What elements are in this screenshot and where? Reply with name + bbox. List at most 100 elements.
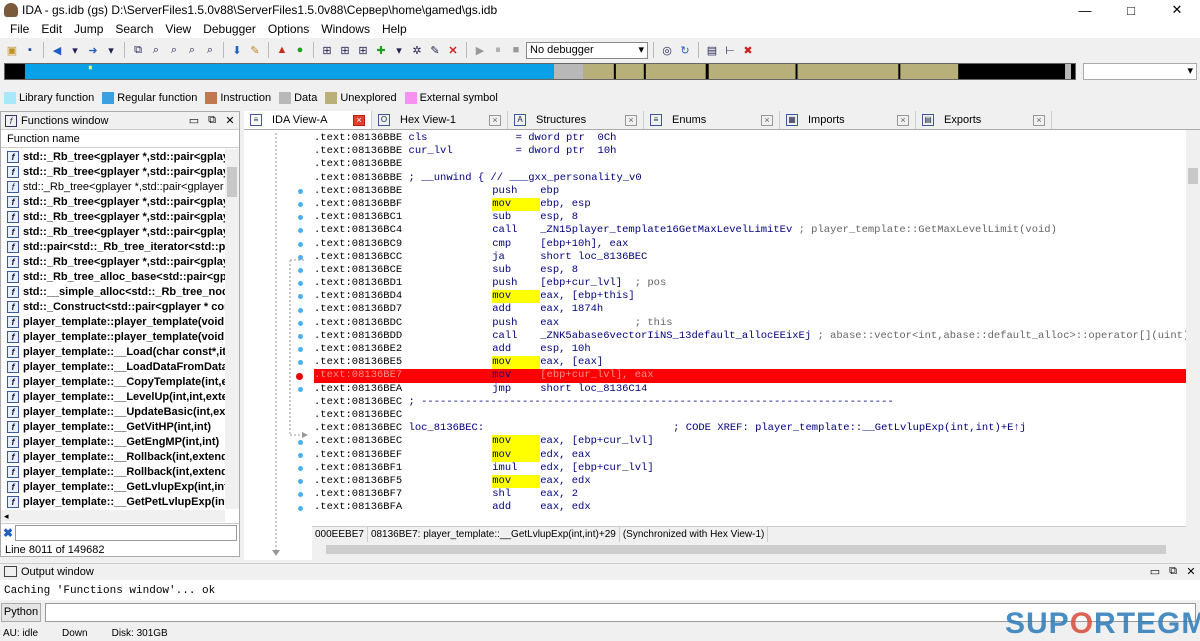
restore-window-icon[interactable]: ⧉ (203, 114, 221, 127)
mnemonic[interactable]: mov (492, 435, 541, 449)
disassembly-line[interactable]: .text:08136BD1 push [ebp+cur_lvl] ; pos (314, 277, 1186, 290)
disassembly-view[interactable]: .text:08136BBE cls = dword ptr 0Ch .text:… (244, 130, 1189, 560)
clear-filter-icon[interactable]: ✖ (1, 526, 15, 540)
disassembly-line[interactable]: .text:08136BBE (314, 158, 1186, 171)
instruction-dot-icon[interactable] (298, 320, 303, 326)
breakpoint-list-icon[interactable]: ◎ (659, 42, 675, 58)
function-list-item[interactable]: f std::_Rb_tree<gplayer *,std::pair<gplay (1, 224, 225, 239)
function-list-item[interactable]: f player_template::__Rollback(int,extend (1, 464, 225, 479)
operands[interactable]: short loc_8136BEC (540, 251, 647, 263)
functions-horizontal-scrollbar[interactable]: ◂ (1, 510, 225, 522)
function-list-item[interactable]: f std::_Rb_tree<gplayer *,std::pair<gplay… (1, 179, 225, 194)
function-list-item[interactable]: f std::_Rb_tree<gplayer *,std::pair<gplay (1, 164, 225, 179)
operands[interactable]: esp, 10h (540, 343, 590, 355)
disassembly-line[interactable]: .text:08136BEC (314, 409, 1186, 422)
forward-dropdown-icon[interactable]: ▾ (103, 42, 119, 58)
mnemonic[interactable]: mov (492, 448, 541, 462)
mnemonic[interactable]: add (492, 303, 540, 316)
disassembly-line[interactable]: .text:08136BFA add eax, edx (314, 501, 1186, 514)
function-list-item[interactable]: f std::_Rb_tree_alloc_base<std::pair<gpl (1, 269, 225, 284)
disassembly-line[interactable]: .text:08136BF5 mov eax, edx (314, 474, 1186, 489)
operands[interactable]: esp, 8 (540, 211, 578, 223)
function-list-item[interactable]: f std::pair<std::_Rb_tree_iterator<std::p… (1, 239, 225, 254)
operands[interactable]: eax, 2 (540, 488, 578, 500)
open-file-icon[interactable]: ▣ (4, 42, 20, 58)
disassembly-line[interactable]: .text:08136BDD call _ZNK5abase6vectorIiNS_… (314, 330, 1189, 343)
mnemonic[interactable]: imul (492, 462, 540, 475)
save-db-icon[interactable]: ▪ (22, 42, 38, 58)
operands[interactable]: _ZN15player_template16GetMaxLevelLimitEv (540, 224, 792, 236)
play-icon[interactable]: ▶ (472, 42, 488, 58)
mnemonic[interactable]: push (492, 317, 540, 330)
menu-jump[interactable]: Jump (68, 22, 109, 36)
disassembly-line[interactable]: .text:08136BBE cur_lvl = dword ptr 10h (314, 145, 1186, 158)
pause-icon[interactable]: ⏸ (490, 42, 506, 58)
disassembly-vertical-scrollbar[interactable] (1186, 130, 1200, 560)
menu-options[interactable]: Options (262, 22, 315, 36)
operands[interactable]: eax (540, 317, 559, 329)
instruction-dot-icon[interactable] (298, 241, 303, 247)
function-list-item[interactable]: f std::__simple_alloc<std::_Rb_tree_node (1, 284, 225, 299)
tab-structures[interactable]: A Structures × (508, 111, 644, 129)
search-binary-icon[interactable]: ⌕ (166, 42, 182, 58)
mnemonic[interactable]: mov (492, 369, 540, 382)
mnemonic[interactable]: add (492, 343, 540, 356)
function-list-item[interactable]: f std::_Rb_tree<gplayer *,std::pair<gplay (1, 194, 225, 209)
functions-vertical-scrollbar[interactable] (225, 149, 239, 509)
instruction-dot-icon[interactable] (298, 452, 303, 458)
close-window-icon[interactable]: ✕ (1182, 565, 1200, 578)
mnemonic[interactable]: sub (492, 211, 540, 224)
debugger-select[interactable]: No debugger (526, 41, 648, 59)
disassembly-line[interactable]: .text:08136BC1 sub esp, 8 (314, 211, 1186, 224)
function-list-item[interactable]: f player_template::__Load(char const*,it (1, 344, 225, 359)
menu-help[interactable]: Help (376, 22, 413, 36)
operands[interactable]: esp, 8 (540, 264, 578, 276)
function-list-item[interactable]: f player_template::__Rollback(int,extend (1, 449, 225, 464)
mnemonic[interactable]: jmp (492, 383, 540, 396)
scrollbar-thumb[interactable] (1188, 168, 1198, 184)
tab-hex-view-1[interactable]: O Hex View-1 × (372, 111, 508, 129)
menu-search[interactable]: Search (109, 22, 159, 36)
disassembly-line[interactable]: .text:08136BD7 add eax, 1874h (314, 303, 1186, 316)
operands[interactable]: [ebp+cur_lvl], eax (540, 369, 653, 381)
mnemonic[interactable]: sub (492, 264, 540, 277)
operands[interactable]: eax, [ebp+this] (540, 290, 635, 302)
add-dropdown-icon[interactable]: ▾ (391, 42, 407, 58)
function-list-item[interactable]: f player_template::__GetLvlupExp(int,int (1, 479, 225, 494)
menu-debugger[interactable]: Debugger (197, 22, 262, 36)
operands[interactable]: eax, [ebp+cur_lvl] (540, 435, 653, 447)
function-list-item[interactable]: f player_template::__CopyTemplate(int,e (1, 374, 225, 389)
function-name-column-header[interactable]: Function name (1, 130, 239, 148)
instruction-dot-icon[interactable] (298, 268, 303, 273)
mnemonic[interactable]: mov (492, 356, 541, 370)
disassembly-line[interactable]: .text:08136BCC ja short loc_8136BEC (314, 251, 1186, 264)
menu-windows[interactable]: Windows (315, 22, 376, 36)
edit-func-icon[interactable]: ⊞ (337, 42, 353, 58)
operands[interactable]: eax, edx (540, 475, 590, 487)
instruction-dot-icon[interactable] (298, 466, 303, 471)
function-list-item[interactable]: f std::_Rb_tree<gplayer *,std::pair<gplay (1, 209, 225, 224)
step-over-icon[interactable]: ↻ (677, 42, 693, 58)
disassembly-line[interactable]: .text:08136BEC ; -----------------------… (314, 396, 1186, 409)
mnemonic[interactable]: push (492, 277, 540, 290)
function-list-item[interactable]: f player_template::__GetEngMP(int,int) (1, 434, 225, 449)
back-icon[interactable]: ◀ (49, 42, 65, 58)
disassembly-line[interactable]: .text:08136BE2 add esp, 10h (314, 343, 1186, 356)
function-list-item[interactable]: f std::_Rb_tree<gplayer *,std::pair<gplay (1, 254, 225, 269)
python-button[interactable]: Python (1, 602, 41, 622)
make-code-icon[interactable]: ⊞ (355, 42, 371, 58)
operands[interactable]: ebp, esp (540, 198, 590, 210)
tab-close-icon[interactable]: × (897, 114, 909, 126)
disassembly-line[interactable]: .text:08136BF1 imul edx, [ebp+cur_lvl] (314, 462, 1186, 475)
menu-file[interactable]: File (4, 22, 35, 36)
function-list-item[interactable]: f player_template::__LevelUp(int,int,exte (1, 389, 225, 404)
instruction-dot-icon[interactable] (298, 386, 303, 392)
disassembly-horizontal-scrollbar[interactable] (312, 543, 1186, 556)
go-icon[interactable]: ● (292, 42, 308, 58)
tab-exports[interactable]: ▤ Exports × (916, 111, 1052, 129)
mnemonic[interactable]: call (492, 224, 540, 237)
function-list-item[interactable]: f player_template::__UpdateBasic(int,ext (1, 404, 225, 419)
tab-ida-view-a[interactable]: ≡ IDA View-A × (244, 111, 372, 129)
operands[interactable]: short loc_8136C14 (540, 383, 647, 395)
disassembly-line[interactable]: .text:08136BC9 cmp [ebp+10h], eax (314, 238, 1186, 251)
